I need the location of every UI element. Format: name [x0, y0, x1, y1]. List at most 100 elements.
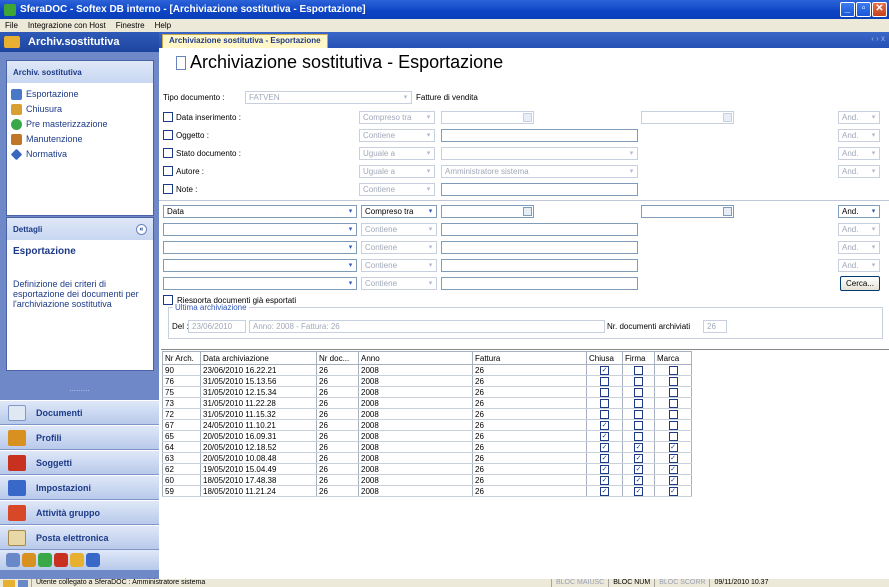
value-input[interactable]	[441, 259, 638, 272]
col-firma[interactable]: Firma	[622, 351, 655, 365]
calendar-icon[interactable]	[523, 207, 532, 216]
and-select[interactable]: And. ▾	[838, 129, 880, 142]
riesporta-checkbox[interactable]	[163, 295, 173, 305]
tab-scroll-arrows[interactable]: ‹ › x	[871, 34, 885, 43]
table-row[interactable]: 64 20/05/2010 12.18.52 26 2008 26 ✓ ✓ ✓	[162, 441, 692, 453]
sidebar-item-normativa[interactable]: Normativa	[7, 147, 153, 162]
field-select[interactable]: ▾	[163, 277, 357, 290]
calendar-icon[interactable]	[523, 113, 532, 122]
documenti-button[interactable]: Documenti	[0, 400, 159, 425]
and-select[interactable]: And. ▾	[838, 205, 880, 218]
calendar-icon[interactable]	[723, 207, 732, 216]
operator-select[interactable]: Compreso tra ▾	[361, 205, 437, 218]
field-select[interactable]: ▾	[163, 223, 357, 236]
nr-doc-input[interactable]: 26	[703, 320, 727, 333]
operator-select[interactable]: Uguale a ▾	[359, 147, 435, 160]
cerca-button[interactable]: Cerca...	[840, 276, 880, 291]
table-row[interactable]: 90 23/06/2010 16.22.21 26 2008 26 ✓	[162, 364, 692, 376]
anno-fattura-input[interactable]: Anno: 2008 - Fattura: 26	[249, 320, 605, 333]
collapse-icon[interactable]: «	[136, 223, 147, 235]
operator-select[interactable]: Contiene ▾	[359, 129, 435, 142]
tab-esportazione[interactable]: Archiviazione sostitutiva - Esportazione	[162, 34, 328, 48]
impostazioni-button[interactable]: Impostazioni	[0, 475, 159, 500]
posta-elettronica-button[interactable]: Posta elettronica	[0, 525, 159, 550]
value-input[interactable]	[441, 277, 638, 290]
note-input[interactable]	[441, 183, 638, 196]
operator-select[interactable]: Uguale a ▾	[359, 165, 435, 178]
calendar-icon[interactable]	[723, 113, 732, 122]
options-icon[interactable]	[86, 553, 100, 567]
grid-icon[interactable]	[38, 553, 52, 567]
date-from-input[interactable]	[441, 111, 534, 124]
autore-select[interactable]: Amministratore sistema ▾	[441, 165, 638, 178]
date-from-input[interactable]	[441, 205, 534, 218]
value-input[interactable]	[441, 223, 638, 236]
and-select[interactable]: And. ▾	[838, 241, 880, 254]
soggetti-button[interactable]: Soggetti	[0, 450, 159, 475]
del-input[interactable]: 23/06/2010	[188, 320, 246, 333]
col-data[interactable]: Data archiviazione	[200, 351, 317, 365]
and-select[interactable]: And. ▾	[838, 111, 880, 124]
folder-icon[interactable]	[70, 553, 84, 567]
field-select[interactable]: ▾	[163, 241, 357, 254]
and-select[interactable]: And. ▾	[838, 147, 880, 160]
date-to-input[interactable]	[641, 111, 734, 124]
table-row[interactable]: 75 31/05/2010 12.15.34 26 2008 26	[162, 386, 692, 398]
user-icon[interactable]	[22, 553, 36, 567]
table-cell-check: ✓	[586, 441, 623, 453]
phone-icon[interactable]	[54, 553, 68, 567]
and-select[interactable]: And. ▾	[838, 223, 880, 236]
sidebar-item-esportazione[interactable]: Esportazione	[7, 87, 153, 102]
table-row[interactable]: 59 18/05/2010 11.21.24 26 2008 26 ✓ ✓ ✓	[162, 485, 692, 497]
menu-finestre[interactable]: Finestre	[111, 21, 150, 30]
filter-checkbox[interactable]	[163, 166, 173, 176]
menu-integrazione[interactable]: Integrazione con Host	[23, 21, 111, 30]
operator-select[interactable]: Contiene ▾	[361, 277, 437, 290]
sync-icon[interactable]	[6, 553, 20, 567]
and-select[interactable]: And. ▾	[838, 165, 880, 178]
oggetto-input[interactable]	[441, 129, 638, 142]
left-sidebar: Archiv.sostitutiva Archiv. sostitutiva E…	[0, 32, 159, 579]
menu-help[interactable]: Help	[150, 21, 176, 30]
table-row[interactable]: 72 31/05/2010 11.15.32 26 2008 26	[162, 408, 692, 420]
field-select[interactable]: Data ▾	[163, 205, 357, 218]
operator-select[interactable]: Compreso tra ▾	[359, 111, 435, 124]
and-select[interactable]: And. ▾	[838, 259, 880, 272]
operator-select[interactable]: Contiene ▾	[359, 183, 435, 196]
profili-button[interactable]: Profili	[0, 425, 159, 450]
table-row[interactable]: 76 31/05/2010 15.13.56 26 2008 26	[162, 375, 692, 387]
col-chiusa[interactable]: Chiusa	[586, 351, 623, 365]
date-to-input[interactable]	[641, 205, 734, 218]
splitter-grip[interactable]: .........	[0, 382, 159, 400]
sidebar-item-chiusura[interactable]: Chiusura	[7, 102, 153, 117]
stato-select[interactable]: ▾	[441, 147, 638, 160]
sidebar-item-manutenzione[interactable]: Manutenzione	[7, 132, 153, 147]
operator-select[interactable]: Contiene ▾	[361, 259, 437, 272]
operator-select[interactable]: Contiene ▾	[361, 241, 437, 254]
value-input[interactable]	[441, 241, 638, 254]
minimize-button[interactable]: _	[840, 2, 855, 17]
col-anno[interactable]: Anno	[358, 351, 473, 365]
filter-checkbox[interactable]	[163, 148, 173, 158]
table-row[interactable]: 67 24/05/2010 11.10.21 26 2008 26 ✓	[162, 419, 692, 431]
table-row[interactable]: 73 31/05/2010 11.22.28 26 2008 26	[162, 397, 692, 409]
filter-checkbox[interactable]	[163, 112, 173, 122]
col-fattura[interactable]: Fattura	[472, 351, 587, 365]
filter-checkbox[interactable]	[163, 130, 173, 140]
table-row[interactable]: 62 19/05/2010 15.04.49 26 2008 26 ✓ ✓ ✓	[162, 463, 692, 475]
tipo-documento-select[interactable]: FATVEN ▾	[245, 91, 412, 104]
table-row[interactable]: 65 20/05/2010 16.09.31 26 2008 26 ✓	[162, 430, 692, 442]
attivita-gruppo-button[interactable]: Attività gruppo	[0, 500, 159, 525]
table-row[interactable]: 63 20/05/2010 10.08.48 26 2008 26 ✓ ✓ ✓	[162, 452, 692, 464]
filter-checkbox[interactable]	[163, 184, 173, 194]
restore-button[interactable]: ▫	[856, 2, 871, 17]
table-row[interactable]: 60 18/05/2010 17.48.38 26 2008 26 ✓ ✓ ✓	[162, 474, 692, 486]
col-nr-doc[interactable]: Nr doc...	[316, 351, 359, 365]
menu-file[interactable]: File	[0, 21, 23, 30]
close-button[interactable]: ✕	[872, 2, 887, 17]
col-marca[interactable]: Marca	[654, 351, 692, 365]
sidebar-item-pre-masterizzazione[interactable]: Pre masterizzazione	[7, 117, 153, 132]
col-nr-arch[interactable]: Nr Arch.	[162, 351, 201, 365]
operator-select[interactable]: Contiene ▾	[361, 223, 437, 236]
field-select[interactable]: ▾	[163, 259, 357, 272]
